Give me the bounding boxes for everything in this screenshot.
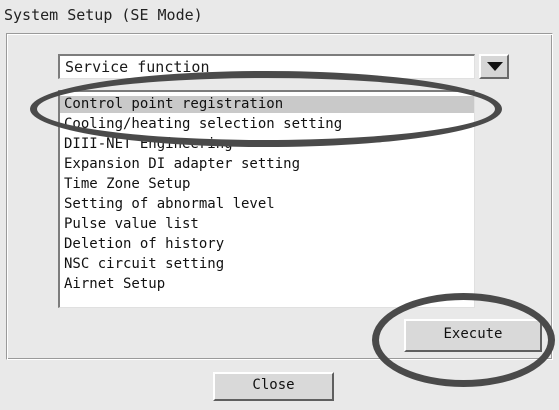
list-item-abnormal-level[interactable]: Setting of abnormal level (64, 196, 275, 213)
function-select-value: Service function (65, 58, 210, 76)
list-item-deletion-of-history[interactable]: Deletion of history (64, 236, 224, 253)
list-item-diii-net-engineering[interactable]: DIII-NET Engineering (64, 136, 233, 153)
list-item-expansion-di-adapter[interactable]: Expansion DI adapter setting (64, 156, 300, 173)
function-list[interactable]: Control point registration Cooling/heati… (58, 90, 475, 308)
list-item-nsc-circuit-setting[interactable]: NSC circuit setting (64, 256, 224, 273)
execute-button[interactable]: Execute (404, 319, 542, 352)
function-select[interactable]: Service function (58, 54, 475, 79)
list-item-cooling-heating-selection[interactable]: Cooling/heating selection setting (64, 116, 342, 133)
close-button[interactable]: Close (213, 372, 334, 401)
list-item-pulse-value-list[interactable]: Pulse value list (64, 216, 199, 233)
list-item-time-zone-setup[interactable]: Time Zone Setup (64, 176, 190, 193)
list-item-airnet-setup[interactable]: Airnet Setup (64, 276, 165, 293)
list-item-control-point-registration[interactable]: Control point registration (60, 96, 474, 113)
chevron-down-icon (487, 62, 503, 71)
dropdown-button[interactable] (479, 54, 509, 79)
window-title: System Setup (SE Mode) (4, 6, 203, 24)
